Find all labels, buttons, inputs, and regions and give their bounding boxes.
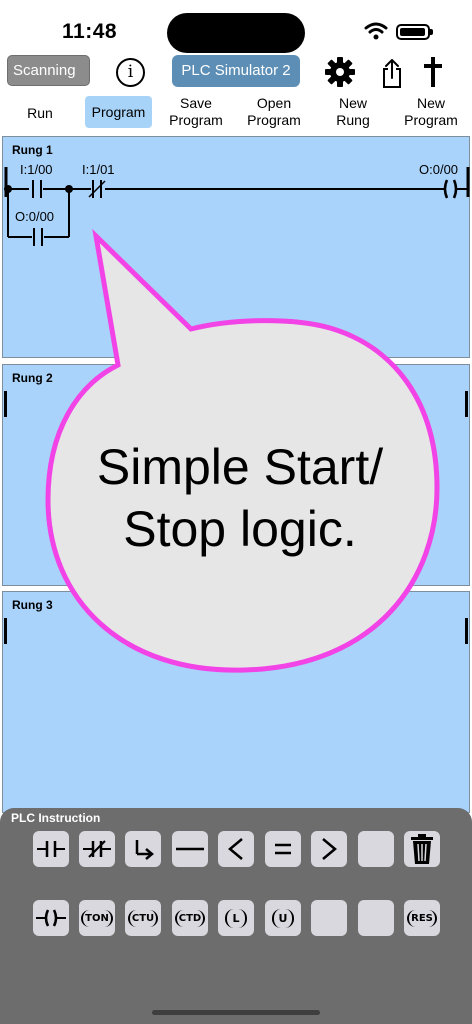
trash-button[interactable] bbox=[404, 831, 440, 867]
res-label: RES bbox=[407, 909, 437, 927]
ctd-counter-button[interactable]: CTD bbox=[172, 900, 208, 936]
instruction-palette: PLC Instruction TON CTU CTD L U RES bbox=[0, 808, 472, 1024]
coil-icon bbox=[36, 909, 66, 927]
ton-timer-button[interactable]: TON bbox=[79, 900, 115, 936]
home-indicator[interactable] bbox=[152, 1010, 320, 1015]
less-than-icon bbox=[228, 838, 243, 860]
empty-slot[interactable] bbox=[311, 900, 347, 936]
equal-button[interactable] bbox=[265, 831, 301, 867]
empty-slot[interactable] bbox=[358, 831, 394, 867]
wire-icon bbox=[176, 847, 204, 851]
ctd-label: CTD bbox=[174, 909, 206, 927]
latch-label: L bbox=[225, 908, 247, 928]
equal-icon bbox=[275, 843, 291, 855]
greater-than-button[interactable] bbox=[311, 831, 347, 867]
xio-contact-button[interactable] bbox=[79, 831, 115, 867]
greater-than-icon bbox=[322, 838, 337, 860]
callout-line-1: Simple Start/ bbox=[96, 439, 384, 495]
unlatch-coil-button[interactable]: U bbox=[265, 900, 301, 936]
ctu-counter-button[interactable]: CTU bbox=[125, 900, 161, 936]
branch-icon bbox=[135, 840, 154, 860]
branch-button[interactable] bbox=[125, 831, 161, 867]
reset-button[interactable]: RES bbox=[404, 900, 440, 936]
output-coil-button[interactable] bbox=[33, 900, 69, 936]
ton-label: TON bbox=[81, 909, 113, 927]
wire-button[interactable] bbox=[172, 831, 208, 867]
xio-icon bbox=[83, 840, 111, 858]
callout-text: Simple Start/ Stop logic. bbox=[60, 436, 420, 560]
palette-title: PLC Instruction bbox=[11, 811, 101, 825]
callout-line-2: Stop logic. bbox=[123, 501, 357, 557]
less-than-button[interactable] bbox=[218, 831, 254, 867]
xic-icon bbox=[37, 841, 65, 857]
trash-icon bbox=[411, 834, 433, 864]
unlatch-label: U bbox=[271, 908, 295, 928]
ctu-label: CTU bbox=[127, 909, 159, 927]
xic-contact-button[interactable] bbox=[33, 831, 69, 867]
latch-coil-button[interactable]: L bbox=[218, 900, 254, 936]
empty-slot[interactable] bbox=[358, 900, 394, 936]
